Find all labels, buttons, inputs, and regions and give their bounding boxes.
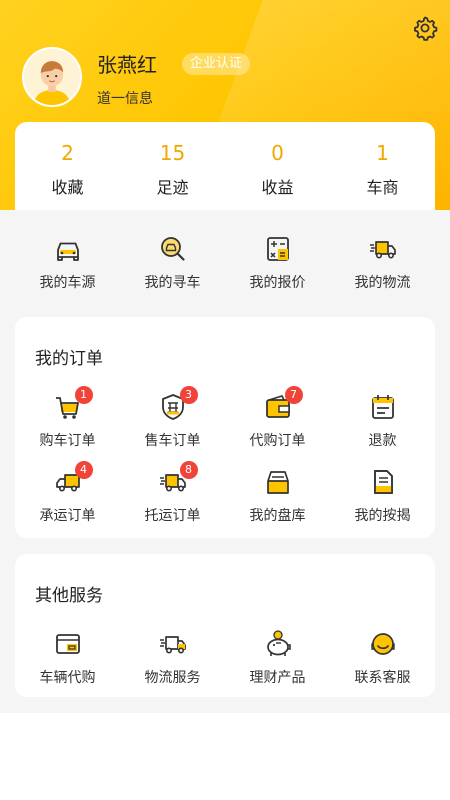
stat-favorites[interactable]: 2 收藏 xyxy=(15,122,120,210)
stat-label: 收益 xyxy=(261,178,294,197)
quick-links: 我的车源 我的寻车 我的报价 我的物流 xyxy=(15,234,435,292)
services-card: 其他服务 车辆代购 物流服务 理财产品 联系客服 xyxy=(15,554,435,697)
service-label: 理财产品 xyxy=(249,670,306,686)
settings-gear-icon[interactable] xyxy=(411,14,439,42)
service-vehicle-proxy[interactable]: 车辆代购 xyxy=(15,629,120,687)
stat-value: 15 xyxy=(159,141,186,165)
quick-link-my-logistics[interactable]: 我的物流 xyxy=(330,234,435,292)
card-icon xyxy=(53,629,83,659)
piggy-bank-icon xyxy=(263,629,293,659)
orders-row-1: 1 购车订单 3 售车订单 7 代购订单 退款 xyxy=(15,386,435,450)
delivery-truck-icon xyxy=(368,234,398,264)
avatar[interactable] xyxy=(22,47,82,107)
truck-icon: 4 xyxy=(53,461,93,497)
quick-link-label: 我的车源 xyxy=(39,275,96,291)
order-label: 售车订单 xyxy=(144,433,201,449)
search-car-icon xyxy=(158,234,188,264)
order-carrier[interactable]: 4 承运订单 xyxy=(15,461,120,525)
order-mortgage[interactable]: 我的按揭 xyxy=(330,467,435,525)
wallet-icon: 7 xyxy=(263,386,303,422)
order-inventory[interactable]: 我的盘库 xyxy=(225,467,330,525)
stat-value: 0 xyxy=(271,141,284,165)
quick-link-my-quotes[interactable]: 我的报价 xyxy=(225,234,330,292)
badge-count: 8 xyxy=(179,461,198,479)
logistics-truck-icon xyxy=(158,629,188,659)
order-label: 承运订单 xyxy=(39,508,96,524)
quick-link-label: 我的报价 xyxy=(249,275,306,291)
orders-card: 我的订单 1 购车订单 3 售车订单 7 代购订单 退款 4 承运订单 8 托运… xyxy=(15,317,435,538)
badge-count: 4 xyxy=(74,461,93,479)
order-purchase[interactable]: 1 购车订单 xyxy=(15,386,120,450)
enterprise-certification-badge[interactable]: 企业认证 xyxy=(182,53,251,75)
order-proxy-purchase[interactable]: 7 代购订单 xyxy=(225,386,330,450)
inventory-box-icon xyxy=(263,467,293,497)
orders-title: 我的订单 xyxy=(35,349,103,369)
service-label: 联系客服 xyxy=(354,670,411,686)
stat-label: 车商 xyxy=(366,178,399,197)
fast-truck-icon: 8 xyxy=(158,461,198,497)
service-logistics[interactable]: 物流服务 xyxy=(120,629,225,687)
customer-service-icon xyxy=(368,629,398,659)
stat-label: 足迹 xyxy=(156,178,189,197)
calculator-icon xyxy=(263,234,293,264)
stat-value: 2 xyxy=(61,141,74,165)
service-label: 车辆代购 xyxy=(39,670,96,686)
service-label: 物流服务 xyxy=(144,670,201,686)
order-consignment[interactable]: 8 托运订单 xyxy=(120,461,225,525)
services-title: 其他服务 xyxy=(35,586,103,606)
order-label: 退款 xyxy=(368,433,397,449)
quick-link-my-cars[interactable]: 我的车源 xyxy=(15,234,120,292)
order-label: 代购订单 xyxy=(249,433,306,449)
order-label: 托运订单 xyxy=(144,508,201,524)
order-sale[interactable]: 3 售车订单 xyxy=(120,386,225,450)
stat-dealers[interactable]: 1 车商 xyxy=(330,122,435,210)
calendar-refund-icon xyxy=(368,392,398,422)
user-name: 张燕红 xyxy=(97,53,157,77)
sale-shield-icon: 3 xyxy=(158,386,198,422)
badge-count: 1 xyxy=(74,386,93,404)
services-row: 车辆代购 物流服务 理财产品 联系客服 xyxy=(15,629,435,687)
service-wealth-products[interactable]: 理财产品 xyxy=(225,629,330,687)
stat-earnings[interactable]: 0 收益 xyxy=(225,122,330,210)
car-icon xyxy=(53,234,83,264)
order-label: 购车订单 xyxy=(39,433,96,449)
badge-count: 7 xyxy=(284,386,303,404)
stats-card: 2 收藏 15 足迹 0 收益 1 车商 xyxy=(15,122,435,210)
stat-label: 收藏 xyxy=(51,178,84,197)
service-customer-support[interactable]: 联系客服 xyxy=(330,629,435,687)
mortgage-document-icon xyxy=(368,467,398,497)
stat-footprints[interactable]: 15 足迹 xyxy=(120,122,225,210)
quick-link-find-car[interactable]: 我的寻车 xyxy=(120,234,225,292)
shopping-cart-icon: 1 xyxy=(53,386,93,422)
stat-value: 1 xyxy=(376,141,389,165)
orders-row-2: 4 承运订单 8 托运订单 我的盘库 我的按揭 xyxy=(15,461,435,525)
order-refund[interactable]: 退款 xyxy=(330,392,435,450)
order-label: 我的盘库 xyxy=(249,508,306,524)
order-label: 我的按揭 xyxy=(354,508,411,524)
quick-link-label: 我的寻车 xyxy=(144,275,201,291)
quick-link-label: 我的物流 xyxy=(354,275,411,291)
badge-count: 3 xyxy=(179,386,198,404)
company-name: 道一信息 xyxy=(97,91,153,107)
